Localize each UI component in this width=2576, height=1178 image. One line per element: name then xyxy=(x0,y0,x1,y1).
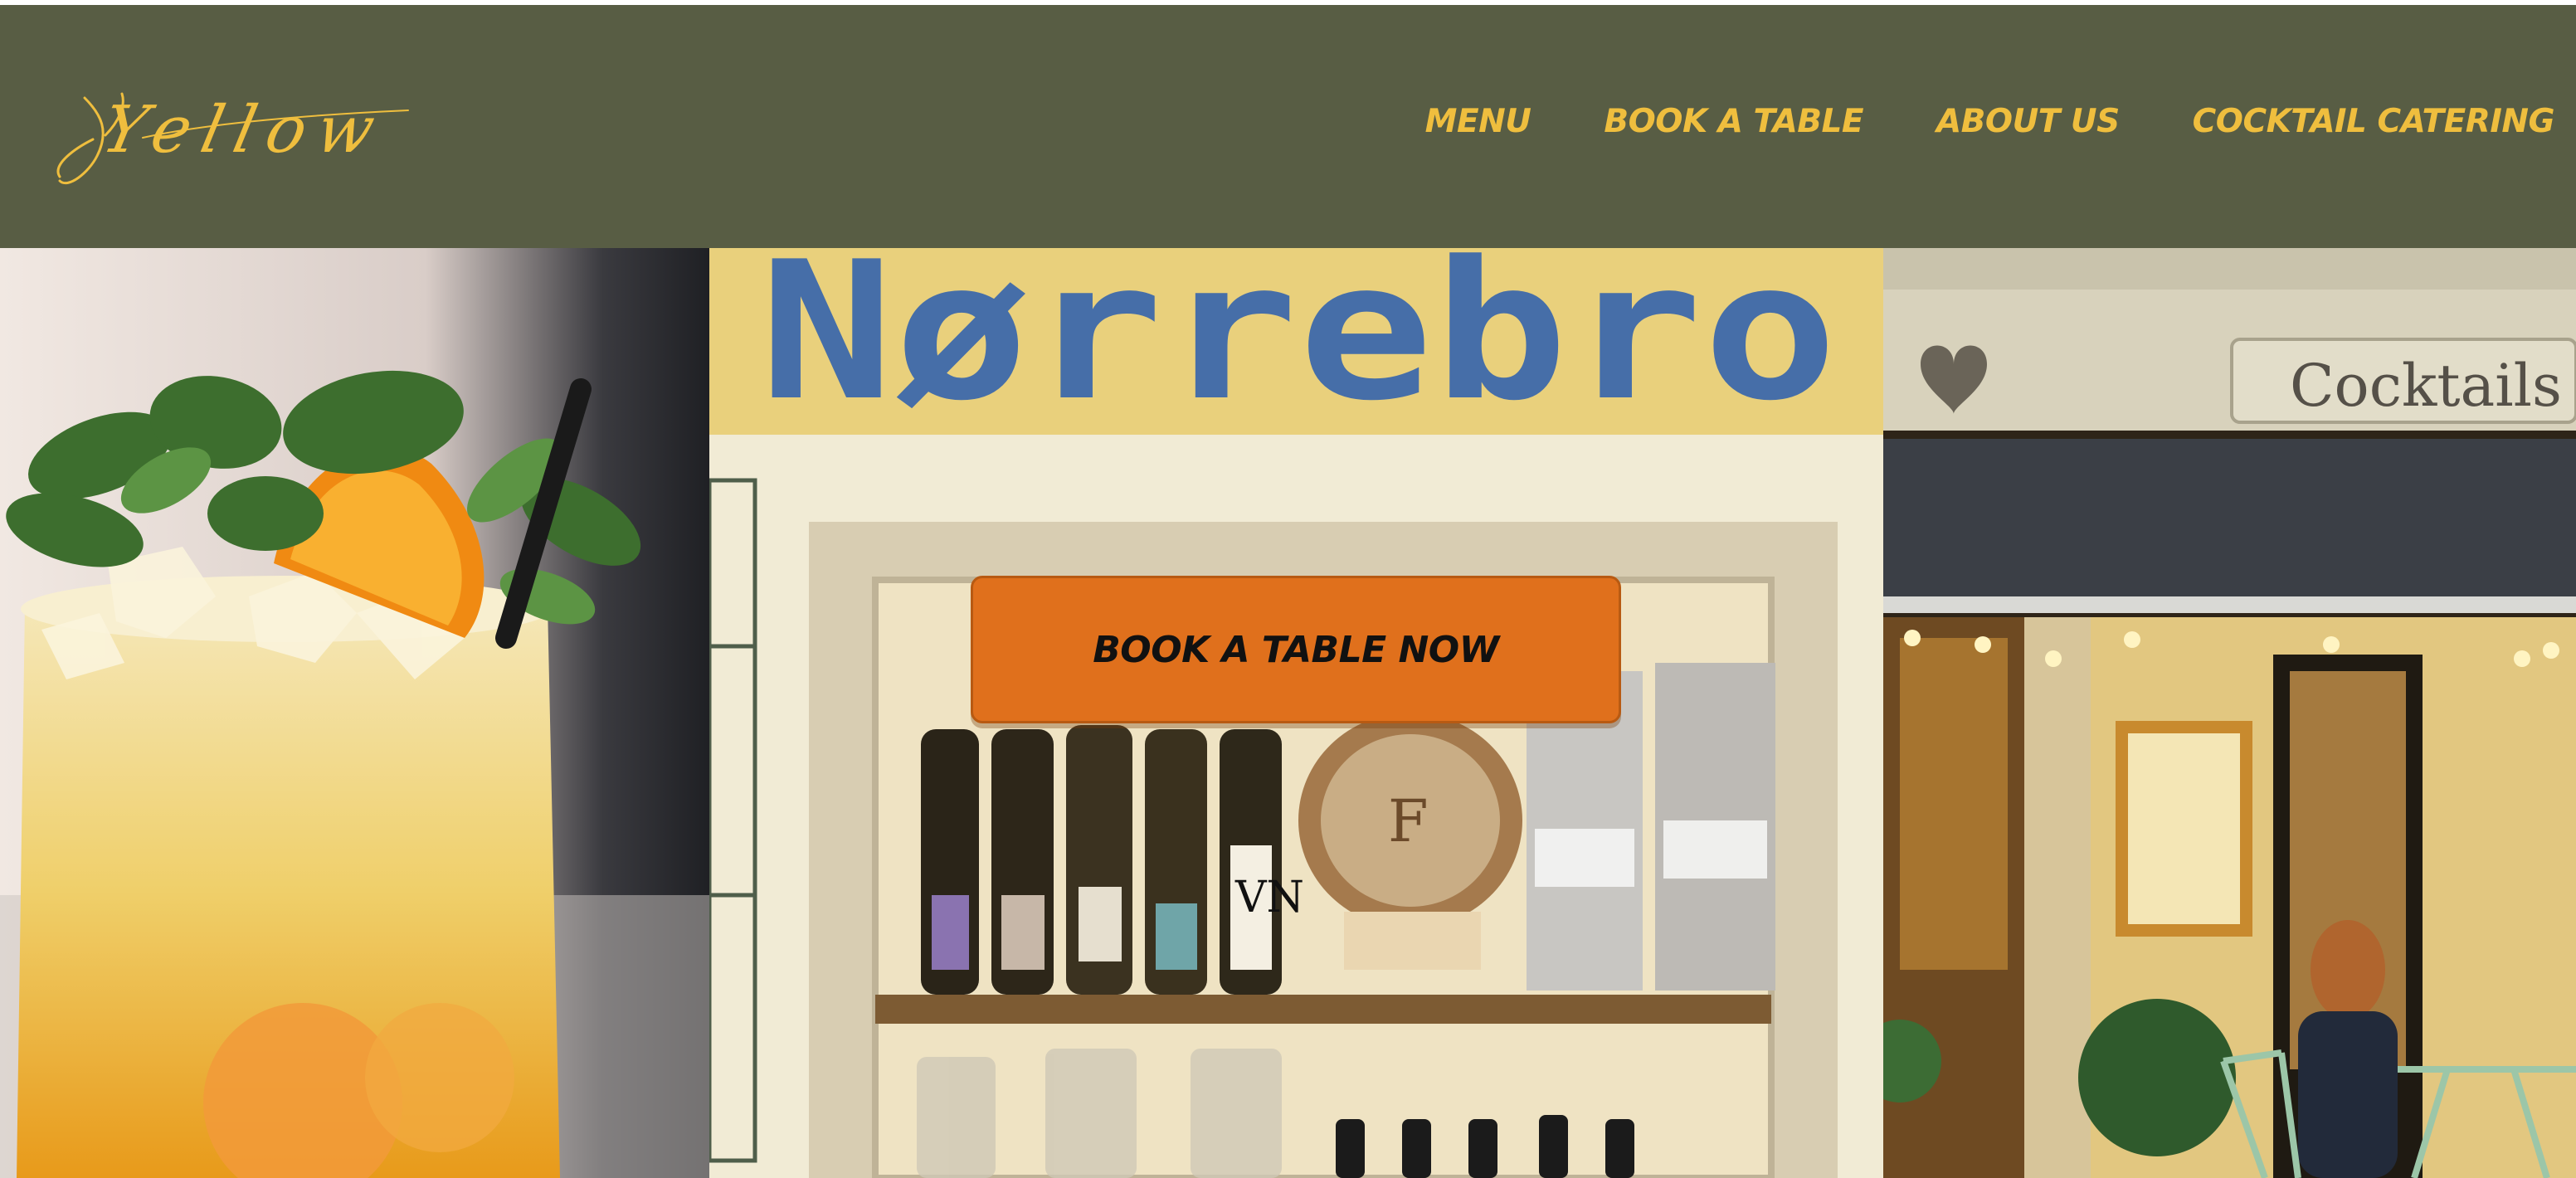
yellow-logo[interactable]: Yellow xyxy=(43,65,416,197)
cocktails-sign: Cocktails xyxy=(2290,352,2562,420)
main-nav: MENU BOOK A TABLE ABOUT US COCKTAIL CATE… xyxy=(1425,103,2555,140)
storefront-photo: Cocktails xyxy=(1883,248,2576,1178)
vn-label: VN xyxy=(1234,873,1304,922)
hero-section: Nørrebro VN F Cocktails BOOK A TABLE NOW xyxy=(0,248,2576,1178)
cta-label: BOOK A TABLE NOW xyxy=(1093,628,1499,671)
cocktail-photo xyxy=(0,248,709,1178)
logo-text: Yellow xyxy=(96,92,393,168)
nav-cocktail-catering[interactable]: COCKTAIL CATERING xyxy=(2193,103,2555,140)
nav-about-us[interactable]: ABOUT US xyxy=(1936,103,2120,140)
book-a-table-now-button[interactable]: BOOK A TABLE NOW xyxy=(971,576,1621,723)
site-header: Yellow MENU BOOK A TABLE ABOUT US COCKTA… xyxy=(0,5,2576,248)
nav-book-a-table[interactable]: BOOK A TABLE xyxy=(1604,103,1863,140)
nav-menu[interactable]: MENU xyxy=(1425,103,1531,140)
barrel-letter: F xyxy=(1388,787,1429,855)
norrebro-sign: Nørrebro xyxy=(759,248,1838,443)
